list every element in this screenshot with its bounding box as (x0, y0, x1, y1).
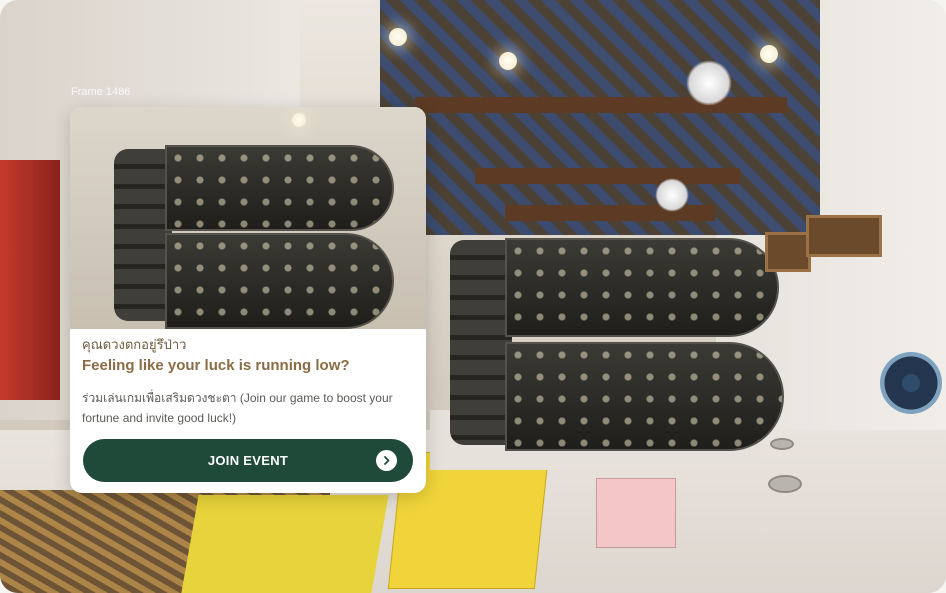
popup-hero-image (70, 107, 426, 329)
info-placard (596, 478, 676, 548)
ceiling-beam (415, 97, 787, 113)
wall-picture (765, 232, 811, 272)
buddha-foot-toes (450, 240, 512, 445)
join-event-button[interactable]: JOIN EVENT (83, 439, 413, 482)
wall-picture (806, 215, 882, 257)
ceiling-beam (475, 168, 740, 184)
buddha-foot-sole (165, 145, 394, 231)
frame-label: Frame 1486 (71, 86, 131, 98)
ceiling-lamp (499, 52, 517, 70)
buddha-foot-toes (114, 149, 172, 321)
ceiling-lamp (292, 113, 306, 127)
chevron-right-icon (376, 450, 397, 471)
event-popup-card: คุณดวงตกอยู่รึป่าว Feeling like your luc… (70, 107, 426, 493)
panorama-viewer[interactable]: Frame 1486 คุณดวงตกอยู่รึป่าว Feeling li… (0, 0, 946, 593)
popup-headline: Feeling like your luck is running low? (82, 357, 350, 374)
join-event-label: JOIN EVENT (207, 453, 289, 468)
popup-subtitle: คุณดวงตกอยู่รึป่าว (82, 337, 187, 352)
info-sign (181, 495, 389, 593)
buddha-foot-sole (165, 233, 394, 329)
ceiling-lamp (760, 45, 778, 63)
popup-body: คุณดวงตกอยู่รึป่าว Feeling like your luc… (82, 337, 416, 428)
ornate-ceiling (380, 0, 820, 235)
ceiling-lamp (389, 28, 407, 46)
floor-vent (768, 475, 802, 493)
buddha-foot-sole (505, 342, 784, 451)
chandelier (655, 178, 689, 212)
buddha-foot-sole (505, 238, 779, 337)
chandelier (686, 60, 732, 106)
floor-vent (770, 438, 794, 450)
electric-fan (880, 352, 942, 414)
popup-description: ร่วมเล่นเกมเพื่อเสริมดวงชะตา (Join our g… (82, 391, 393, 425)
red-door (0, 160, 60, 400)
